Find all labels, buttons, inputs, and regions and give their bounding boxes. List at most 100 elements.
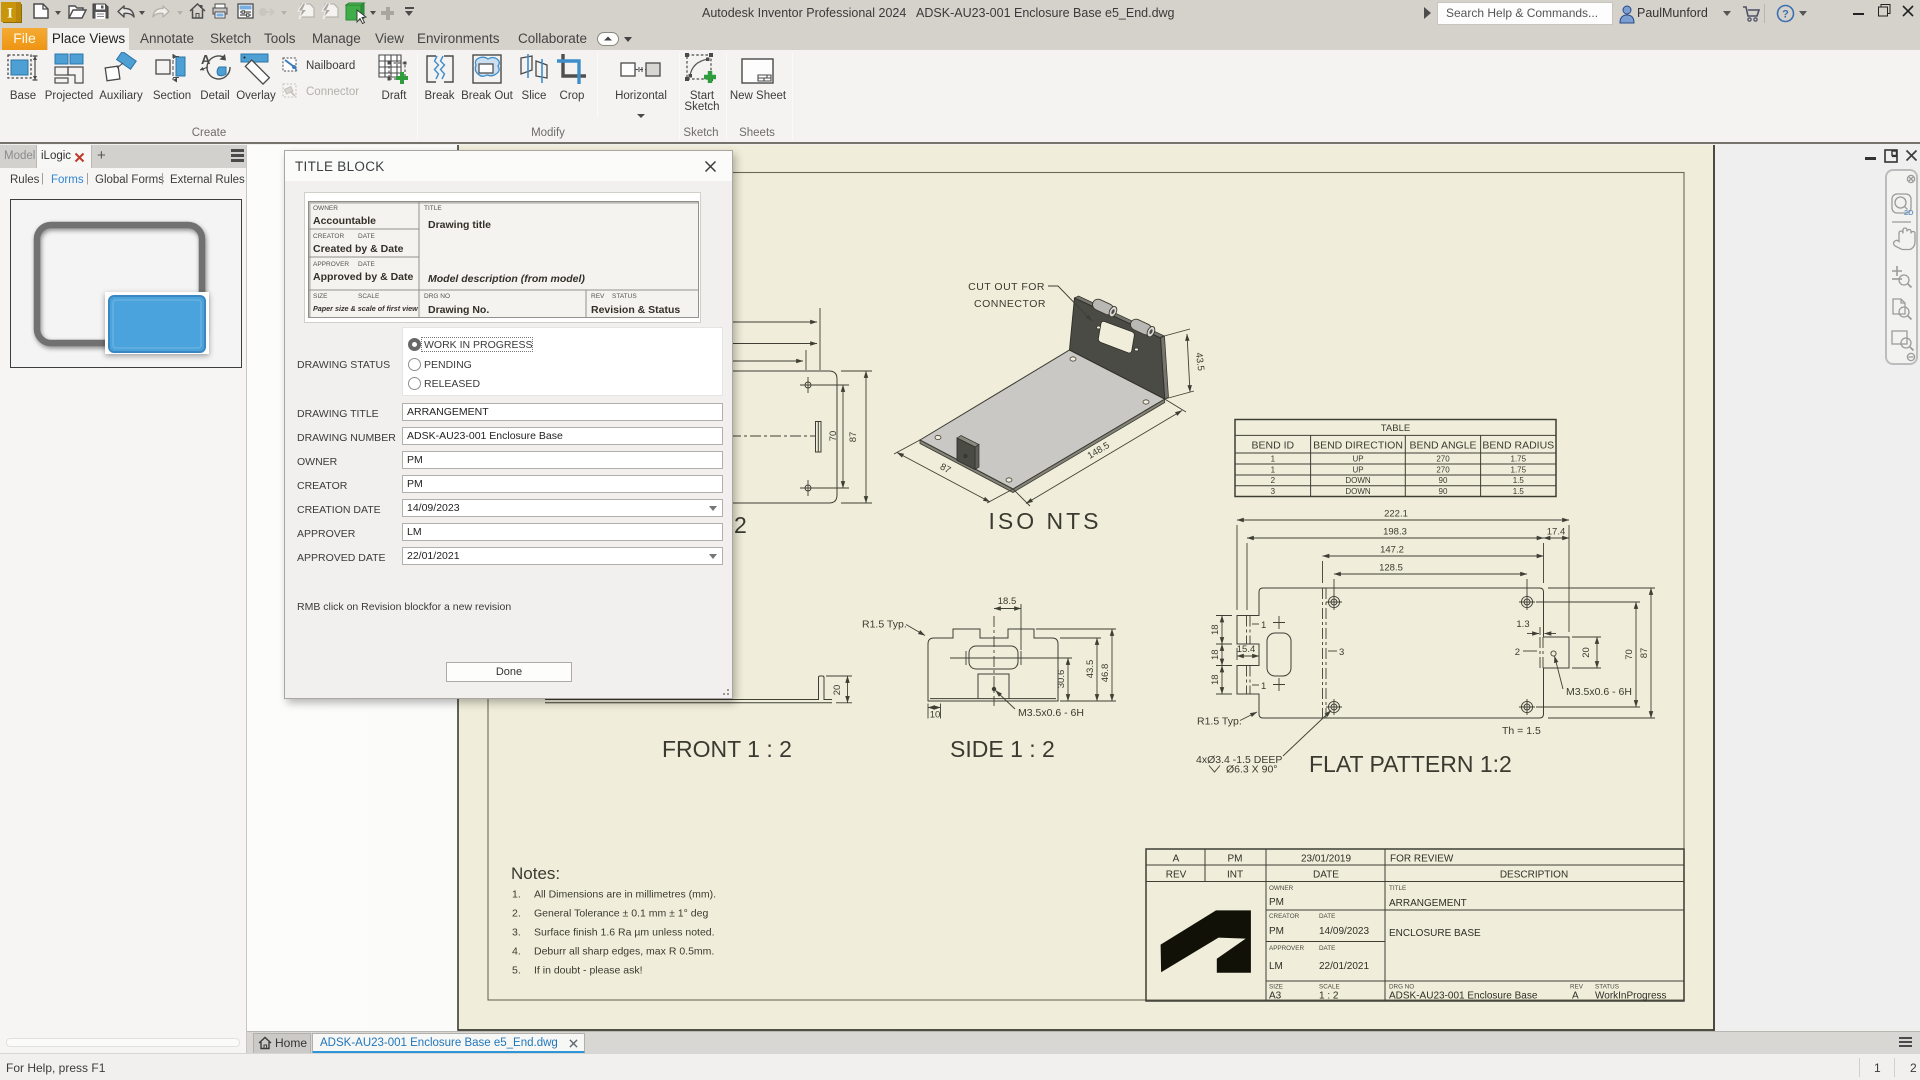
svg-text:DATE: DATE bbox=[1319, 913, 1335, 920]
svg-text:Approved by & Date: Approved by & Date bbox=[313, 271, 414, 283]
svg-text:147.2: 147.2 bbox=[1380, 545, 1404, 556]
svg-text:1.3: 1.3 bbox=[1516, 619, 1529, 630]
svg-text:STATUS: STATUS bbox=[612, 293, 637, 300]
svg-text:PM: PM bbox=[1228, 854, 1243, 865]
svg-text:20: 20 bbox=[832, 685, 843, 696]
svg-text:2: 2 bbox=[734, 512, 747, 538]
svg-text:BEND DIRECTION: BEND DIRECTION bbox=[1313, 440, 1403, 452]
svg-text:CUT OUT FOR: CUT OUT FOR bbox=[968, 281, 1045, 293]
svg-text:Accountable: Accountable bbox=[313, 215, 376, 227]
svg-text:1: 1 bbox=[1261, 620, 1266, 631]
svg-text:REV: REV bbox=[591, 293, 605, 300]
svg-text:2: 2 bbox=[1271, 476, 1276, 485]
svg-text:Surface finish 1.6 Ra µm unles: Surface finish 1.6 Ra µm unless noted. bbox=[534, 927, 715, 939]
svg-text:198.3: 198.3 bbox=[1383, 527, 1407, 538]
svg-text:DOWN: DOWN bbox=[1345, 487, 1371, 496]
svg-text:18: 18 bbox=[1210, 624, 1221, 635]
svg-text:43.5: 43.5 bbox=[1193, 352, 1206, 372]
svg-text:222.1: 222.1 bbox=[1384, 509, 1408, 520]
svg-text:46.8: 46.8 bbox=[1100, 664, 1111, 683]
svg-text:4.: 4. bbox=[512, 946, 521, 958]
svg-text:70: 70 bbox=[1624, 649, 1635, 660]
svg-text:22/01/2021: 22/01/2021 bbox=[1319, 961, 1369, 972]
svg-text:DESCRIPTION: DESCRIPTION bbox=[1500, 870, 1568, 881]
svg-text:CONNECTOR: CONNECTOR bbox=[974, 298, 1046, 310]
svg-text:Ø6.3 X 90°: Ø6.3 X 90° bbox=[1226, 764, 1277, 776]
svg-text:ENCLOSURE BASE: ENCLOSURE BASE bbox=[1389, 928, 1481, 939]
svg-text:SIZE: SIZE bbox=[1269, 984, 1283, 991]
svg-text:R1.5 Typ.: R1.5 Typ. bbox=[1197, 716, 1242, 728]
svg-text:20: 20 bbox=[1581, 647, 1592, 658]
svg-text:14/09/2023: 14/09/2023 bbox=[1319, 926, 1369, 937]
svg-text:DRG NO: DRG NO bbox=[1389, 984, 1414, 991]
svg-text:128.5: 128.5 bbox=[1379, 563, 1403, 574]
svg-text:Revision & Status: Revision & Status bbox=[591, 304, 680, 316]
svg-text:APPROVER: APPROVER bbox=[1269, 945, 1304, 952]
svg-text:All Dimensions are in millimet: All Dimensions are in millimetres (mm). bbox=[534, 889, 716, 901]
svg-text:ADSK-AU23-001 Enclosure Base: ADSK-AU23-001 Enclosure Base bbox=[1389, 991, 1538, 1002]
svg-text:18: 18 bbox=[1210, 649, 1221, 660]
svg-text:DRG NO: DRG NO bbox=[424, 293, 450, 300]
svg-text:Created by & Date: Created by & Date bbox=[313, 243, 404, 255]
svg-text:87: 87 bbox=[1639, 648, 1650, 659]
svg-text:APPROVER: APPROVER bbox=[313, 261, 349, 268]
svg-text:5.: 5. bbox=[512, 965, 521, 977]
svg-text:DOWN: DOWN bbox=[1345, 476, 1371, 485]
svg-text:3.: 3. bbox=[512, 927, 521, 939]
svg-text:ARRANGEMENT: ARRANGEMENT bbox=[1389, 898, 1467, 909]
svg-text:PM: PM bbox=[1269, 926, 1284, 937]
svg-text:Notes:: Notes: bbox=[511, 864, 560, 883]
svg-text:A: A bbox=[1173, 854, 1180, 865]
svg-text:2D: 2D bbox=[1904, 208, 1914, 217]
svg-text:Th = 1.5: Th = 1.5 bbox=[1502, 725, 1541, 737]
svg-text:1 : 2: 1 : 2 bbox=[1319, 991, 1339, 1002]
svg-text:If in doubt - please ask!: If in doubt - please ask! bbox=[534, 965, 643, 977]
svg-text:PM: PM bbox=[1269, 897, 1284, 908]
svg-text:DATE: DATE bbox=[1313, 870, 1339, 881]
svg-text:1.5: 1.5 bbox=[1513, 487, 1525, 496]
svg-text:UP: UP bbox=[1352, 454, 1363, 463]
svg-text:SCALE: SCALE bbox=[1319, 984, 1340, 991]
svg-text:TITLE: TITLE bbox=[1389, 885, 1406, 892]
svg-text:30.6: 30.6 bbox=[1056, 670, 1067, 689]
svg-text:FOR REVIEW: FOR REVIEW bbox=[1390, 854, 1454, 865]
svg-text:INT: INT bbox=[1227, 870, 1243, 881]
svg-text:18.5: 18.5 bbox=[998, 596, 1017, 607]
svg-text:A: A bbox=[1572, 991, 1579, 1002]
svg-text:Deburr all sharp edges, max R: Deburr all sharp edges, max R 0.5mm. bbox=[534, 946, 714, 958]
svg-text:TABLE: TABLE bbox=[1381, 423, 1410, 434]
svg-text:FRONT 1 : 2: FRONT 1 : 2 bbox=[662, 736, 792, 762]
svg-text:SCALE: SCALE bbox=[358, 293, 380, 300]
svg-text:M3.5x0.6 - 6H: M3.5x0.6 - 6H bbox=[1566, 686, 1632, 698]
svg-text:DATE: DATE bbox=[358, 261, 376, 268]
svg-text:BEND ID: BEND ID bbox=[1252, 440, 1295, 452]
svg-text:SIDE 1 : 2: SIDE 1 : 2 bbox=[950, 736, 1055, 762]
svg-text:FLAT PATTERN 1:2: FLAT PATTERN 1:2 bbox=[1309, 751, 1512, 777]
svg-text:WorkInProgress: WorkInProgress bbox=[1595, 991, 1667, 1002]
svg-text:CREATOR: CREATOR bbox=[313, 233, 344, 240]
svg-text:R1.5 Typ.: R1.5 Typ. bbox=[862, 619, 907, 631]
svg-text:CREATOR: CREATOR bbox=[1269, 913, 1300, 920]
svg-text:Paper size & scale of first vi: Paper size & scale of first view bbox=[313, 304, 418, 313]
svg-text:Model description (from model): Model description (from model) bbox=[428, 273, 585, 285]
svg-text:18: 18 bbox=[1210, 674, 1221, 685]
svg-text:REV: REV bbox=[1166, 870, 1187, 881]
svg-text:A3: A3 bbox=[1269, 991, 1282, 1002]
svg-text:270: 270 bbox=[1436, 454, 1450, 463]
svg-text:REV: REV bbox=[1570, 984, 1584, 991]
svg-text:DATE: DATE bbox=[1319, 945, 1335, 952]
svg-text:17.4: 17.4 bbox=[1547, 527, 1566, 538]
svg-text:15.4: 15.4 bbox=[1237, 644, 1256, 655]
svg-text:1.5: 1.5 bbox=[1513, 476, 1525, 485]
svg-text:LM: LM bbox=[1269, 961, 1283, 972]
svg-text:1.: 1. bbox=[512, 889, 521, 901]
svg-text:OWNER: OWNER bbox=[1269, 885, 1294, 892]
svg-text:SIZE: SIZE bbox=[313, 293, 328, 300]
svg-text:UP: UP bbox=[1352, 465, 1363, 474]
svg-text:STATUS: STATUS bbox=[1595, 984, 1619, 991]
svg-text:BEND RADIUS: BEND RADIUS bbox=[1482, 440, 1554, 452]
svg-text:3: 3 bbox=[1271, 487, 1276, 496]
svg-text:70: 70 bbox=[828, 431, 839, 442]
svg-text:1.75: 1.75 bbox=[1511, 465, 1527, 474]
svg-text:43.5: 43.5 bbox=[1085, 660, 1096, 679]
